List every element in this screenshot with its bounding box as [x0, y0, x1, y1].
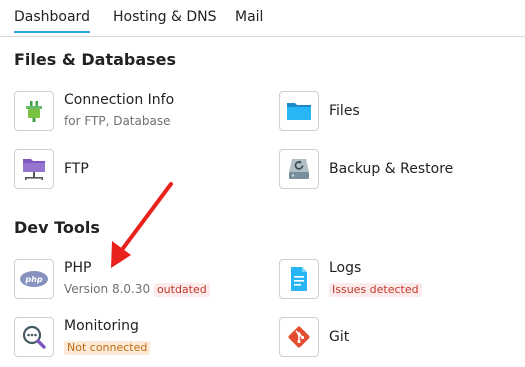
monitoring-magnifier-icon [14, 317, 54, 357]
section-title-files-databases: Files & Databases [14, 50, 177, 69]
php-text: PHP Version 8.0.30 outdated [64, 259, 210, 297]
tile-ftp[interactable]: FTP [14, 149, 214, 191]
ftp-folder-icon [14, 149, 54, 189]
tile-php[interactable]: php PHP Version 8.0.30 outdated [14, 259, 254, 301]
files-label: Files [329, 103, 360, 119]
tab-bar: Dashboard Hosting & DNS Mail [0, 0, 525, 37]
connection-info-text: Connection Info for FTP, Database [64, 91, 174, 129]
git-label: Git [329, 329, 350, 345]
logs-issues-badge: Issues detected [329, 283, 422, 297]
svg-text:php: php [24, 275, 42, 284]
tile-monitoring[interactable]: Monitoring Not connected [14, 317, 254, 359]
php-label: PHP [64, 260, 92, 276]
logs-badge-line: Issues detected [329, 281, 422, 297]
files-text: Files [329, 91, 360, 120]
backup-restore-label: Backup & Restore [329, 161, 454, 177]
monitoring-label: Monitoring [64, 318, 139, 334]
backup-drive-icon [279, 149, 319, 189]
tile-files[interactable]: Files [279, 91, 479, 133]
plug-icon [14, 91, 54, 131]
logs-text: Logs Issues detected [329, 259, 422, 297]
monitoring-badge-line: Not connected [64, 339, 151, 355]
php-outdated-badge: outdated [153, 283, 210, 297]
tab-mail[interactable]: Mail [235, 9, 263, 25]
logs-label: Logs [329, 260, 362, 276]
connection-info-label: Connection Info [64, 92, 175, 108]
logs-file-icon [279, 259, 319, 299]
tab-dashboard[interactable]: Dashboard [14, 9, 90, 33]
git-icon [279, 317, 319, 357]
ftp-text: FTP [64, 149, 89, 178]
ftp-label: FTP [64, 161, 89, 177]
php-version-line: Version 8.0.30 outdated [64, 281, 210, 297]
tab-hosting-dns[interactable]: Hosting & DNS [113, 9, 216, 25]
php-icon: php [14, 259, 54, 299]
connection-info-sub: for FTP, Database [64, 114, 171, 128]
monitoring-text: Monitoring Not connected [64, 317, 151, 355]
monitoring-not-connected-badge: Not connected [64, 341, 151, 355]
folder-icon [279, 91, 319, 131]
tile-connection-info[interactable]: Connection Info for FTP, Database [14, 91, 254, 133]
git-text: Git [329, 317, 349, 346]
section-title-dev-tools: Dev Tools [14, 218, 100, 237]
tile-backup-restore[interactable]: Backup & Restore [279, 149, 509, 191]
backup-restore-text: Backup & Restore [329, 149, 453, 178]
tile-git[interactable]: Git [279, 317, 479, 359]
php-version: Version 8.0.30 [64, 282, 151, 296]
tile-logs[interactable]: Logs Issues detected [279, 259, 509, 301]
